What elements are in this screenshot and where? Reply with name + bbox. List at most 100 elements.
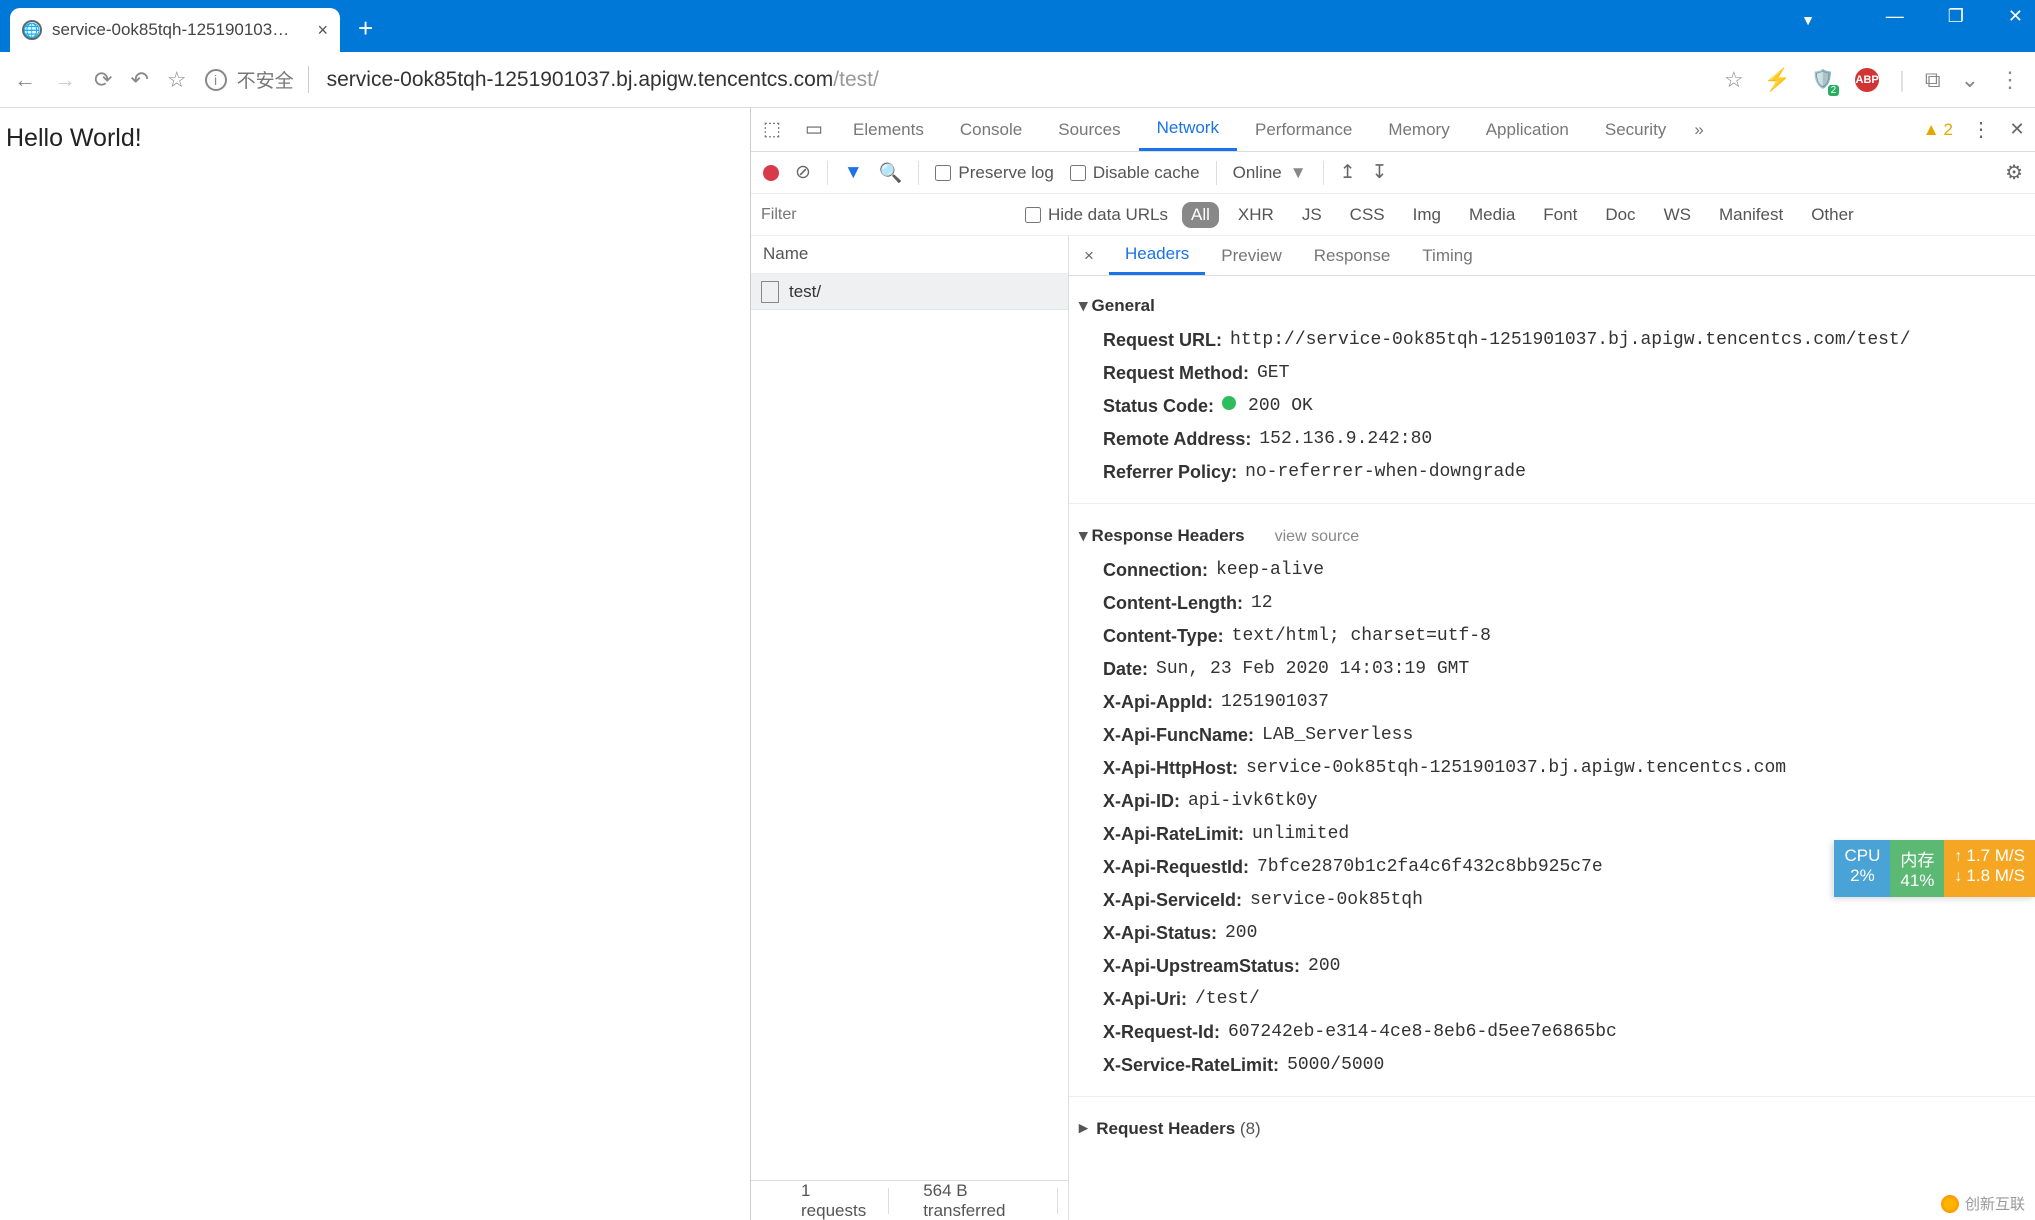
reader-icon[interactable]: ⧉ <box>1925 67 1941 93</box>
devtools-close-icon[interactable]: ✕ <box>1999 108 2035 151</box>
header-row: Request Method: GET <box>1079 357 2025 390</box>
page-body: Hello World! <box>0 108 750 1220</box>
nav-reload-icon[interactable]: ⟳ <box>94 67 112 93</box>
filter-type-js[interactable]: JS <box>1293 202 1331 228</box>
header-row: Content-Length: 12 <box>1079 587 2025 620</box>
hide-data-urls-checkbox[interactable]: Hide data URLs <box>1025 205 1168 225</box>
header-row: X-Api-FuncName: LAB_Serverless <box>1079 719 2025 752</box>
header-row: Date: Sun, 23 Feb 2020 14:03:19 GMT <box>1079 653 2025 686</box>
filter-type-all[interactable]: All <box>1182 202 1219 228</box>
download-har-icon[interactable]: ↧ <box>1372 161 1388 184</box>
header-row: X-Api-AppId: 1251901037 <box>1079 686 2025 719</box>
header-row: Remote Address: 152.136.9.242:80 <box>1079 423 2025 456</box>
page-text: Hello World! <box>6 124 142 152</box>
request-list: Name test/ 1 requests 564 B transferred <box>751 236 1069 1220</box>
devtools-panel: ⬚ ▭ ElementsConsoleSourcesNetworkPerform… <box>750 108 2035 1220</box>
bookmark-star-icon[interactable]: ☆ <box>167 67 187 93</box>
new-tab-button[interactable]: + <box>358 13 373 44</box>
warning-badge[interactable]: ▲ 2 <box>1923 108 1963 151</box>
address-bar: ← → ⟳ ↶ ☆ i 不安全 service-0ok85tqh-1251901… <box>0 52 2035 108</box>
header-row: X-Api-UpstreamStatus: 200 <box>1079 950 2025 983</box>
devtools-tabs: ⬚ ▭ ElementsConsoleSourcesNetworkPerform… <box>751 108 2035 152</box>
tabs-dropdown-icon[interactable]: ▼ <box>1801 12 1815 28</box>
record-button[interactable] <box>763 165 779 181</box>
insecure-label: 不安全 <box>237 66 294 93</box>
security-status[interactable]: i 不安全 <box>205 66 309 93</box>
filter-type-media[interactable]: Media <box>1460 202 1524 228</box>
detail-tab-headers[interactable]: Headers <box>1109 236 1205 275</box>
devtools-tab-sources[interactable]: Sources <box>1040 108 1138 151</box>
extension-icon[interactable]: 🛡️2 <box>1811 68 1835 92</box>
ext-sep: | <box>1899 67 1905 93</box>
nav-undo-icon[interactable]: ↶ <box>130 67 148 93</box>
perf-monitor[interactable]: CPU2% 内存41% ↑1.7 M/S↓1.8 M/S <box>1834 840 2035 897</box>
devtools-tab-network[interactable]: Network <box>1139 108 1237 151</box>
filter-type-xhr[interactable]: XHR <box>1229 202 1283 228</box>
filter-type-css[interactable]: CSS <box>1341 202 1394 228</box>
detail-tabs: × HeadersPreviewResponseTiming <box>1069 236 2035 276</box>
view-source-link[interactable]: view source <box>1275 528 1359 545</box>
tab-title: service-0ok85tqh-125190103… <box>52 20 307 40</box>
devtools-tab-console[interactable]: Console <box>942 108 1040 151</box>
nav-back-icon[interactable]: ← <box>14 67 36 93</box>
filter-type-img[interactable]: Img <box>1404 202 1450 228</box>
tab-close-icon[interactable]: × <box>317 20 328 41</box>
detail-tab-preview[interactable]: Preview <box>1205 236 1297 275</box>
detail-tab-timing[interactable]: Timing <box>1406 236 1488 275</box>
request-list-header: Name <box>751 236 1068 274</box>
chevrons-down-icon[interactable]: ⌄ <box>1961 67 1979 93</box>
devtools-tab-application[interactable]: Application <box>1468 108 1587 151</box>
header-row: Connection: keep-alive <box>1079 554 2025 587</box>
filter-type-doc[interactable]: Doc <box>1596 202 1644 228</box>
url-host: service-0ok85tqh-1251901037.bj.apigw.ten… <box>327 68 834 92</box>
search-icon[interactable]: 🔍 <box>879 161 903 185</box>
devtools-menu-icon[interactable]: ⋮ <box>1963 108 1999 151</box>
browser-tab[interactable]: 🌐 service-0ok85tqh-125190103… × <box>10 8 340 52</box>
network-settings-icon[interactable]: ⚙ <box>2005 160 2023 185</box>
window-maximize-icon[interactable]: ❐ <box>1948 6 1964 27</box>
info-icon: i <box>205 69 227 91</box>
network-toolbar: ⊘ ▼ 🔍 Preserve log Disable cache Online … <box>751 152 2035 194</box>
inspect-icon[interactable]: ⬚ <box>751 108 793 151</box>
devtools-tab-elements[interactable]: Elements <box>835 108 942 151</box>
url-display[interactable]: service-0ok85tqh-1251901037.bj.apigw.ten… <box>327 68 1706 92</box>
section-response-headers: ▾Response Headersview source Connection:… <box>1069 512 2035 1088</box>
filter-type-ws[interactable]: WS <box>1655 202 1700 228</box>
detail-tab-response[interactable]: Response <box>1298 236 1407 275</box>
detail-body[interactable]: ▾General Request URL: http://service-0ok… <box>1069 276 2035 1220</box>
browser-menu-icon[interactable]: ⋮ <box>1999 67 2021 93</box>
filter-type-manifest[interactable]: Manifest <box>1710 202 1792 228</box>
header-row: X-Api-HttpHost: service-0ok85tqh-1251901… <box>1079 752 2025 785</box>
filter-input[interactable] <box>761 201 1011 229</box>
url-path: /test/ <box>833 68 879 92</box>
bookmark-page-icon[interactable]: ☆ <box>1724 67 1744 93</box>
window-titlebar: 🌐 service-0ok85tqh-125190103… × + ▼ — ❐ … <box>0 0 2035 52</box>
header-row: Request URL: http://service-0ok85tqh-125… <box>1079 324 2025 357</box>
window-minimize-icon[interactable]: — <box>1886 6 1904 27</box>
filter-toggle-icon[interactable]: ▼ <box>844 162 863 184</box>
bolt-icon[interactable]: ⚡ <box>1764 67 1791 93</box>
header-row: Status Code: 200 OK <box>1079 390 2025 423</box>
sb-transferred: 564 B transferred <box>907 1188 1058 1214</box>
watermark-logo-icon <box>1941 1195 1959 1213</box>
filter-type-font[interactable]: Font <box>1534 202 1586 228</box>
devtools-tab-more[interactable]: » <box>1684 108 1713 151</box>
detail-close-icon[interactable]: × <box>1069 236 1109 275</box>
devtools-tab-memory[interactable]: Memory <box>1370 108 1467 151</box>
document-icon <box>761 281 779 303</box>
request-row[interactable]: test/ <box>751 274 1068 310</box>
devtools-tab-performance[interactable]: Performance <box>1237 108 1370 151</box>
nav-forward-icon: → <box>54 67 76 93</box>
clear-icon[interactable]: ⊘ <box>795 161 811 184</box>
devtools-tab-security[interactable]: Security <box>1587 108 1684 151</box>
preserve-log-checkbox[interactable]: Preserve log <box>935 163 1053 183</box>
disable-cache-checkbox[interactable]: Disable cache <box>1070 163 1200 183</box>
filter-type-other[interactable]: Other <box>1802 202 1863 228</box>
throttle-select[interactable]: Online ▼ <box>1233 163 1307 183</box>
upload-har-icon[interactable]: ↥ <box>1340 161 1356 184</box>
network-statusbar: 1 requests 564 B transferred <box>751 1180 1068 1220</box>
window-close-icon[interactable]: ✕ <box>2008 6 2023 27</box>
device-toggle-icon[interactable]: ▭ <box>793 108 835 151</box>
header-row: X-Api-Uri: /test/ <box>1079 983 2025 1016</box>
abp-icon[interactable]: ABP <box>1855 68 1879 92</box>
